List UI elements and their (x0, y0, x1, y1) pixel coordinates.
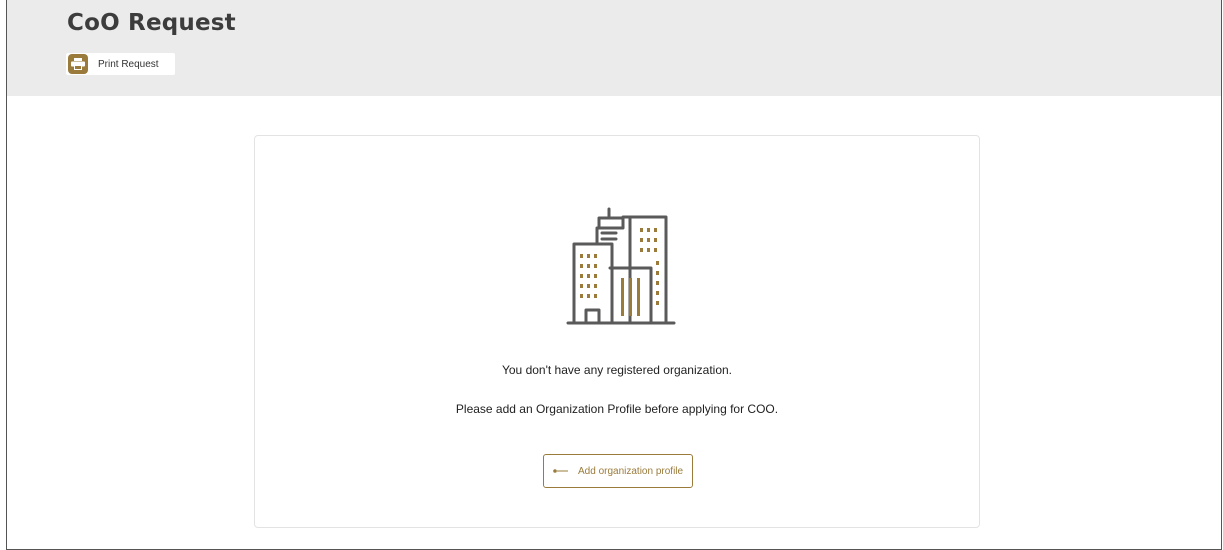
add-organization-profile-label: Add organization profile (578, 465, 684, 477)
page-header: CoO Request Print Request (7, 0, 1221, 96)
arrow-line-icon (553, 469, 568, 473)
printer-icon (68, 54, 88, 74)
add-organization-profile-button[interactable]: Add organization profile (543, 454, 693, 488)
print-request-label: Print Request (98, 58, 159, 70)
page-title: CoO Request (67, 10, 236, 36)
add-profile-instruction: Please add an Organization Profile befor… (455, 402, 779, 416)
app-window: CoO Request Print Request You don't have… (6, 0, 1222, 550)
no-organization-message: You don't have any registered organizati… (501, 363, 732, 377)
office-buildings-icon (566, 207, 676, 325)
print-request-button[interactable]: Print Request (66, 53, 175, 75)
empty-state-card: You don't have any registered organizati… (254, 135, 980, 528)
